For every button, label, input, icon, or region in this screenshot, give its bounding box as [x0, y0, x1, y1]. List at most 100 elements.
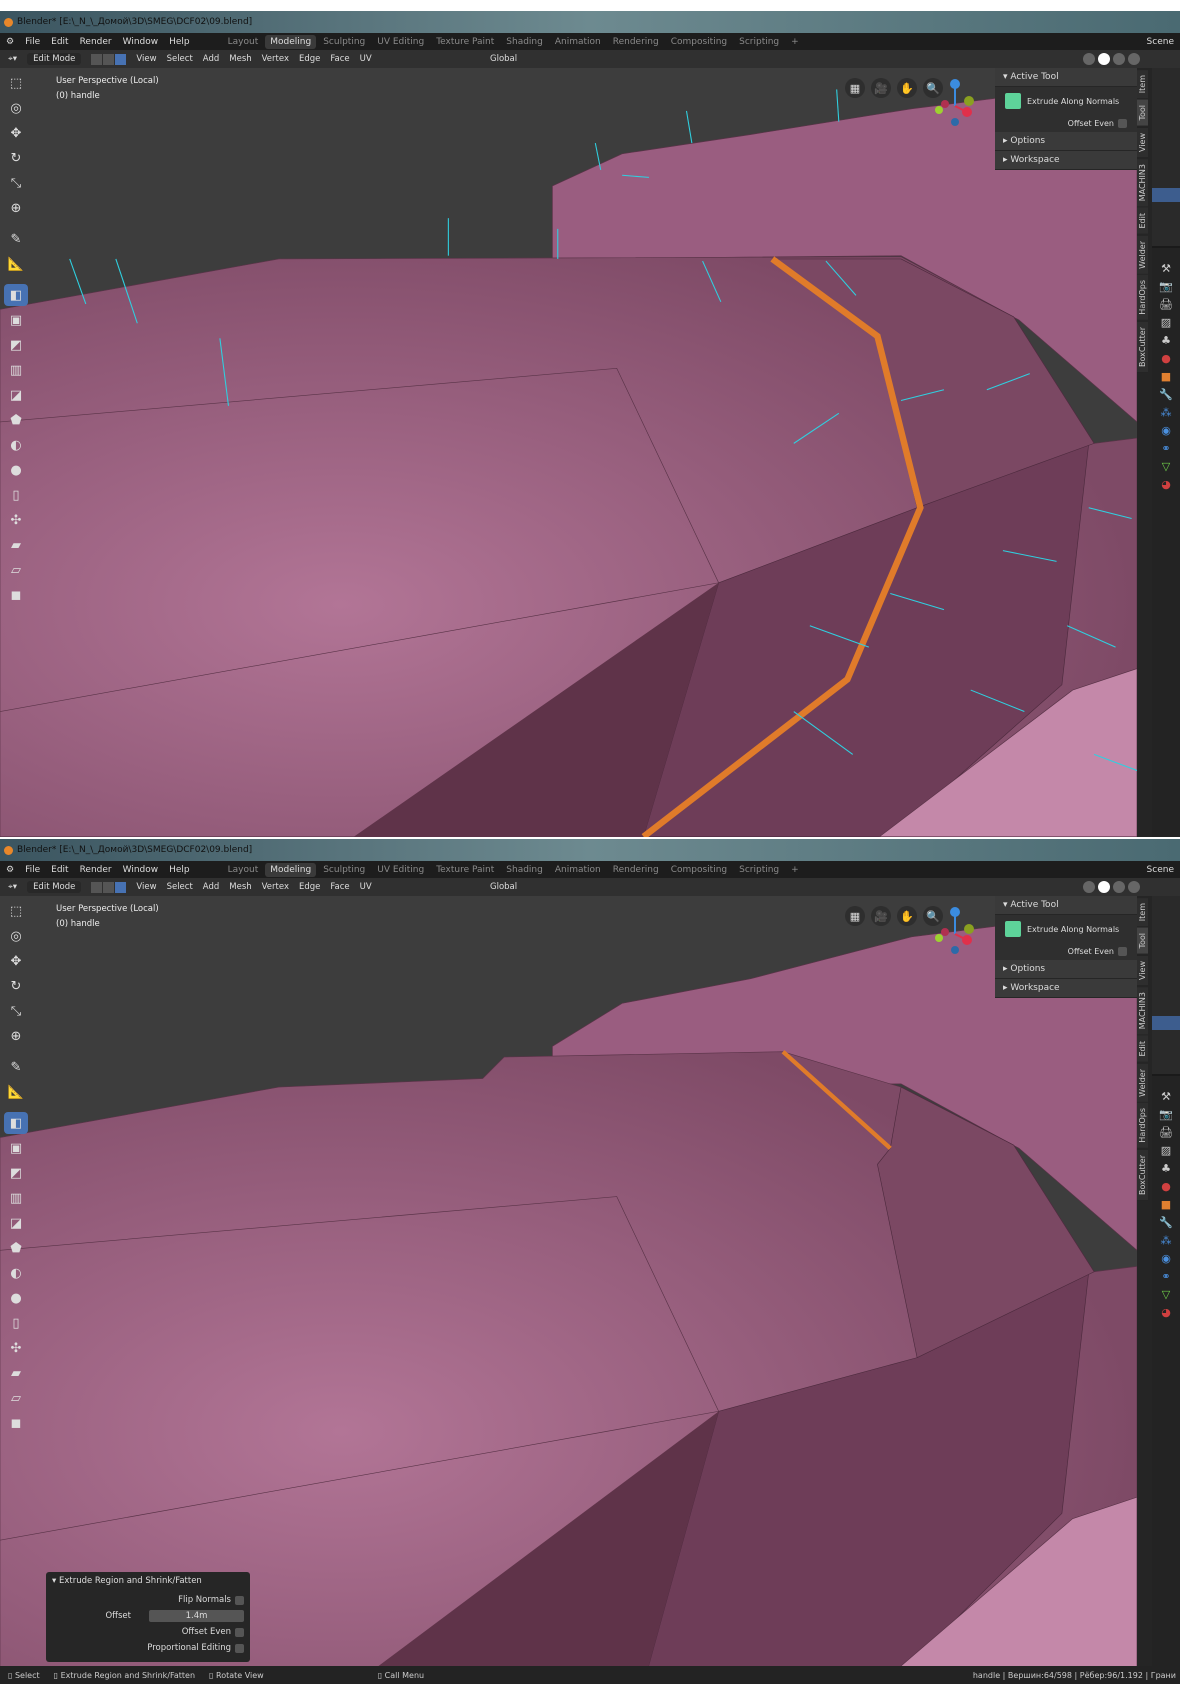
bevel-icon[interactable]: ◩: [4, 1162, 28, 1184]
header-menu-edge[interactable]: Edge: [299, 882, 320, 892]
header-menu-view[interactable]: View: [136, 882, 156, 892]
loop-cut-icon[interactable]: ▥: [4, 359, 28, 381]
constraints-icon[interactable]: ⚭: [1161, 442, 1170, 455]
sidebar-tab-tool[interactable]: Tool: [1137, 928, 1148, 954]
measure-icon[interactable]: 📐: [4, 253, 28, 275]
menu-edit[interactable]: Edit: [51, 37, 68, 47]
menu-window[interactable]: Window: [123, 37, 159, 47]
spin-icon[interactable]: ◐: [4, 434, 28, 456]
sidebar-tab-hardops[interactable]: HardOps: [1137, 1103, 1148, 1149]
shading-rendered[interactable]: [1128, 53, 1140, 65]
tab-compositing[interactable]: Compositing: [666, 35, 732, 49]
sidebar-tab-item[interactable]: Item: [1137, 70, 1148, 99]
offset-field[interactable]: 1.4m: [149, 1610, 244, 1622]
inset-icon[interactable]: ▣: [4, 309, 28, 331]
sidebar-tab-view[interactable]: View: [1137, 127, 1148, 157]
particles-icon[interactable]: ⁂: [1161, 406, 1172, 419]
data-icon[interactable]: ▽: [1162, 1288, 1170, 1301]
poly-build-icon[interactable]: ⬟: [4, 409, 28, 431]
edge-slide-icon[interactable]: ▯: [4, 1312, 28, 1334]
particles-icon[interactable]: ⁂: [1161, 1234, 1172, 1247]
physics-icon[interactable]: ◉: [1161, 1252, 1171, 1265]
3d-viewport[interactable]: [0, 68, 1137, 837]
shear-icon[interactable]: ▰: [4, 534, 28, 556]
sidebar-tab-machin3[interactable]: MACHIN3: [1137, 986, 1148, 1035]
menu-edit[interactable]: Edit: [51, 865, 68, 875]
menu-render[interactable]: Render: [80, 865, 112, 875]
sidebar-tab-edit[interactable]: Edit: [1137, 1036, 1148, 1062]
tab-texture-paint[interactable]: Texture Paint: [431, 35, 499, 49]
blender-menu-icon[interactable]: ⚙: [6, 37, 14, 47]
shading-material[interactable]: [1113, 881, 1125, 893]
loop-cut-icon[interactable]: ▥: [4, 1187, 28, 1209]
rip-icon[interactable]: ▱: [4, 559, 28, 581]
output-icon[interactable]: 🖨: [1159, 1126, 1173, 1139]
world-icon[interactable]: ●: [1161, 352, 1171, 365]
spin-icon[interactable]: ◐: [4, 1262, 28, 1284]
sidebar-tab-boxcutter[interactable]: BoxCutter: [1137, 322, 1148, 373]
render-icon[interactable]: 📷: [1159, 280, 1173, 293]
physics-icon[interactable]: ◉: [1161, 424, 1171, 437]
select-mode-vertex[interactable]: [91, 53, 103, 65]
header-menu-select[interactable]: Select: [167, 882, 193, 892]
menu-render[interactable]: Render: [80, 37, 112, 47]
outliner[interactable]: [1152, 68, 1180, 248]
mode-dropdown[interactable]: Edit Mode: [27, 881, 82, 893]
menu-window[interactable]: Window: [123, 865, 159, 875]
tab-compositing[interactable]: Compositing: [666, 863, 732, 877]
poly-build-icon[interactable]: ⬟: [4, 1237, 28, 1259]
shading-solid[interactable]: [1098, 881, 1110, 893]
tab-modeling[interactable]: Modeling: [265, 862, 317, 877]
redo-panel-header[interactable]: ▾ Extrude Region and Shrink/Fatten: [52, 1576, 244, 1586]
tab-animation[interactable]: Animation: [550, 35, 606, 49]
workspace-header[interactable]: ▸ Workspace: [995, 151, 1137, 170]
extrude-icon[interactable]: ◧: [4, 1112, 28, 1134]
header-menu-select[interactable]: Select: [167, 54, 193, 64]
editor-type-icon[interactable]: ⌖▾: [8, 882, 17, 892]
mode-dropdown[interactable]: Edit Mode: [27, 53, 82, 65]
menu-help[interactable]: Help: [169, 865, 190, 875]
tab-animation[interactable]: Animation: [550, 863, 606, 877]
view-layer-icon[interactable]: ▨: [1161, 316, 1171, 329]
measure-icon[interactable]: 📐: [4, 1081, 28, 1103]
cursor-icon[interactable]: ◎: [4, 925, 28, 947]
pan-hand-icon[interactable]: ✋: [897, 906, 917, 926]
offset-even-option[interactable]: Offset Even: [995, 115, 1137, 132]
shading-solid[interactable]: [1098, 53, 1110, 65]
data-icon[interactable]: ▽: [1162, 460, 1170, 473]
camera-icon[interactable]: 🎥: [871, 78, 891, 98]
menu-file[interactable]: File: [25, 37, 40, 47]
grid-view-icon[interactable]: ▦: [845, 906, 865, 926]
sidebar-tab-welder[interactable]: Welder: [1137, 235, 1148, 274]
header-menu-add[interactable]: Add: [203, 54, 219, 64]
cursor-icon[interactable]: ◎: [4, 97, 28, 119]
3d-viewport[interactable]: [0, 896, 1137, 1684]
sidebar-tab-welder[interactable]: Welder: [1137, 1063, 1148, 1102]
select-box-icon[interactable]: ⬚: [4, 72, 28, 94]
scene-icon[interactable]: ♣: [1161, 1162, 1171, 1175]
transform-icon[interactable]: ⊕: [4, 197, 28, 219]
select-mode-face[interactable]: [115, 881, 127, 893]
header-menu-add[interactable]: Add: [203, 882, 219, 892]
tab-modeling[interactable]: Modeling: [265, 34, 317, 49]
header-menu-mesh[interactable]: Mesh: [229, 882, 251, 892]
header-menu-face[interactable]: Face: [330, 54, 349, 64]
render-icon[interactable]: 📷: [1159, 1108, 1173, 1121]
pan-hand-icon[interactable]: ✋: [897, 78, 917, 98]
sidebar-tab-hardops[interactable]: HardOps: [1137, 275, 1148, 321]
view-layer-icon[interactable]: ▨: [1161, 1144, 1171, 1157]
scene-icon[interactable]: ♣: [1161, 334, 1171, 347]
output-icon[interactable]: 🖨: [1159, 298, 1173, 311]
tab-sculpting[interactable]: Sculpting: [318, 863, 370, 877]
constraints-icon[interactable]: ⚭: [1161, 1270, 1170, 1283]
flip-normals-row[interactable]: Flip Normals: [52, 1592, 244, 1608]
rotate-icon[interactable]: ↻: [4, 975, 28, 997]
tab-layout[interactable]: Layout: [223, 35, 264, 49]
grid-view-icon[interactable]: ▦: [845, 78, 865, 98]
smooth-icon[interactable]: ●: [4, 459, 28, 481]
options-header[interactable]: ▸ Options: [995, 960, 1137, 979]
tool-icon[interactable]: ⚒: [1161, 1090, 1171, 1103]
active-tool-header[interactable]: ▾ Active Tool: [995, 896, 1137, 915]
orientation-dropdown[interactable]: Global: [490, 882, 517, 892]
material-icon[interactable]: ◕: [1161, 1306, 1171, 1319]
